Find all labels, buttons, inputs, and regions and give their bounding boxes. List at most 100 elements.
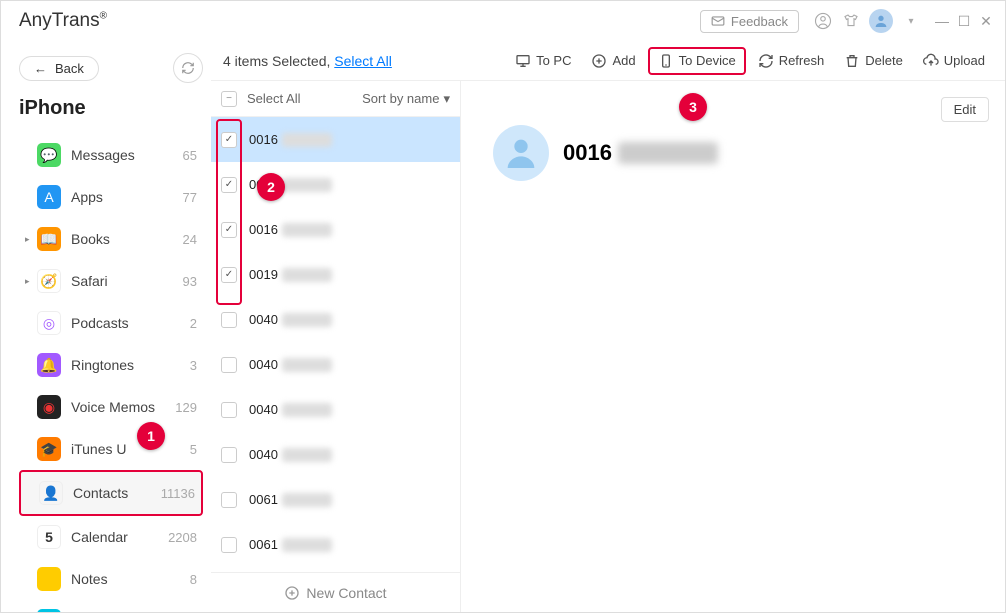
- contact-checkbox[interactable]: [221, 492, 237, 508]
- to-pc-button[interactable]: To PC: [507, 49, 579, 73]
- redacted-text: [282, 448, 332, 462]
- contact-row[interactable]: 0040: [211, 342, 460, 387]
- contact-checkbox[interactable]: [221, 537, 237, 553]
- contact-row[interactable]: 0061: [211, 522, 460, 567]
- upload-icon: [923, 53, 939, 69]
- shirt-icon[interactable]: [841, 11, 861, 31]
- plus-circle-icon: [591, 53, 607, 69]
- contact-name: 0016: [563, 140, 718, 166]
- sidebar-item-books[interactable]: ▸ 📖 Books 24: [19, 218, 203, 260]
- redacted-text: [282, 403, 332, 417]
- chevron-right-icon: ▸: [25, 276, 33, 287]
- contact-checkbox[interactable]: ✓: [221, 222, 237, 238]
- maximize-button[interactable]: ☐: [955, 12, 973, 30]
- redacted-text: [282, 538, 332, 552]
- contact-row[interactable]: 0061: [211, 477, 460, 522]
- contact-checkbox[interactable]: [221, 447, 237, 463]
- contact-checkbox[interactable]: [221, 312, 237, 328]
- redacted-text: [282, 268, 332, 282]
- contact-name-label: 0061: [249, 492, 278, 507]
- contact-detail-pane: Edit 0016: [461, 81, 1005, 612]
- sidebar-item-calendar[interactable]: 5 Calendar 2208: [19, 516, 203, 558]
- apps-icon: A: [37, 185, 61, 209]
- trash-icon: [844, 53, 860, 69]
- avatar-icon[interactable]: [869, 9, 893, 33]
- sidebar: ← Back iPhone 💬 Messages 65 A Ap: [1, 41, 211, 612]
- contacts-icon: 👤: [39, 481, 63, 505]
- sidebar-item-voicememos[interactable]: ◉ Voice Memos 129: [19, 386, 203, 428]
- add-button[interactable]: Add: [583, 49, 643, 73]
- contact-row[interactable]: 0040: [211, 297, 460, 342]
- new-contact-button[interactable]: New Contact: [211, 572, 460, 612]
- sidebar-item-messages[interactable]: 💬 Messages 65: [19, 134, 203, 176]
- contact-avatar: [493, 125, 549, 181]
- close-button[interactable]: ✕: [977, 12, 995, 30]
- contact-row[interactable]: ✓ 0016: [211, 117, 460, 162]
- minimize-button[interactable]: —: [933, 12, 951, 30]
- messages-icon: 💬: [37, 143, 61, 167]
- safari-icon: 🧭: [37, 269, 61, 293]
- contact-name-label: 0040: [249, 402, 278, 417]
- contact-checkbox[interactable]: [221, 402, 237, 418]
- upload-button[interactable]: Upload: [915, 49, 993, 73]
- back-button[interactable]: ← Back: [19, 56, 99, 81]
- ringtones-icon: 🔔: [37, 353, 61, 377]
- refresh-sidebar-button[interactable]: [173, 53, 203, 83]
- podcasts-icon: ◎: [37, 311, 61, 335]
- itunesu-icon: 🎓: [37, 437, 61, 461]
- user-circle-icon[interactable]: [813, 11, 833, 31]
- redacted-text: [282, 493, 332, 507]
- select-all-label: Select All: [247, 91, 300, 106]
- annotation-1: 1: [137, 422, 165, 450]
- chevron-down-icon[interactable]: ▾: [901, 11, 921, 31]
- select-all-link[interactable]: Select All: [334, 53, 392, 69]
- edit-button[interactable]: Edit: [941, 97, 989, 122]
- contact-row[interactable]: 0040: [211, 432, 460, 477]
- contact-name-label: 0019: [249, 267, 278, 282]
- voicemail-icon: ⚮: [37, 609, 61, 612]
- app-title: AnyTrans®: [19, 10, 107, 32]
- annotation-2: 2: [257, 173, 285, 201]
- sidebar-item-notes[interactable]: Notes 8: [19, 558, 203, 600]
- contact-row[interactable]: ✓ 0019: [211, 252, 460, 297]
- annotation-3: 3: [679, 93, 707, 121]
- refresh-button[interactable]: Refresh: [750, 49, 833, 73]
- selection-count: 4 items Selected, Select All: [223, 53, 392, 69]
- contact-checkbox[interactable]: ✓: [221, 177, 237, 193]
- sidebar-item-itunesu[interactable]: 🎓 iTunes U 5 1: [19, 428, 203, 470]
- delete-button[interactable]: Delete: [836, 49, 911, 73]
- to-device-button[interactable]: To Device: [648, 47, 746, 75]
- select-all-checkbox[interactable]: −: [221, 91, 237, 107]
- contact-checkbox[interactable]: ✓: [221, 267, 237, 283]
- sidebar-item-contacts[interactable]: 👤 Contacts 11136: [19, 470, 203, 516]
- contact-row[interactable]: ✓0016: [211, 162, 460, 207]
- books-icon: 📖: [37, 227, 61, 251]
- sidebar-item-safari[interactable]: ▸ 🧭 Safari 93: [19, 260, 203, 302]
- voicememos-icon: ◉: [37, 395, 61, 419]
- redacted-text: [282, 178, 332, 192]
- sidebar-item-apps[interactable]: A Apps 77: [19, 176, 203, 218]
- arrow-left-icon: ←: [34, 61, 47, 76]
- redacted-text: [282, 313, 332, 327]
- redacted-text: [282, 358, 332, 372]
- chevron-down-icon: ▾: [443, 91, 450, 107]
- redacted-text: [282, 223, 332, 237]
- sidebar-item-podcasts[interactable]: ◎ Podcasts 2: [19, 302, 203, 344]
- contact-row[interactable]: ✓0016: [211, 207, 460, 252]
- sort-dropdown[interactable]: Sort by name ▾: [362, 91, 450, 107]
- sidebar-item-ringtones[interactable]: 🔔 Ringtones 3: [19, 344, 203, 386]
- refresh-icon: [758, 53, 774, 69]
- monitor-icon: [515, 53, 531, 69]
- contact-checkbox[interactable]: ✓: [221, 132, 237, 148]
- sidebar-item-voicemail[interactable]: ⚮ Voice Mail: [19, 600, 203, 612]
- phone-icon: [658, 53, 674, 69]
- contact-name-label: 0016: [249, 132, 278, 147]
- contact-name-label: 0040: [249, 357, 278, 372]
- contact-checkbox[interactable]: [221, 357, 237, 373]
- redacted-text: [282, 133, 332, 147]
- contact-row[interactable]: 0040: [211, 387, 460, 432]
- feedback-button[interactable]: Feedback: [700, 10, 799, 33]
- contact-name-label: 0040: [249, 312, 278, 327]
- toolbar: 4 items Selected, Select All To PC Add T…: [211, 41, 1005, 81]
- notes-icon: [37, 567, 61, 591]
